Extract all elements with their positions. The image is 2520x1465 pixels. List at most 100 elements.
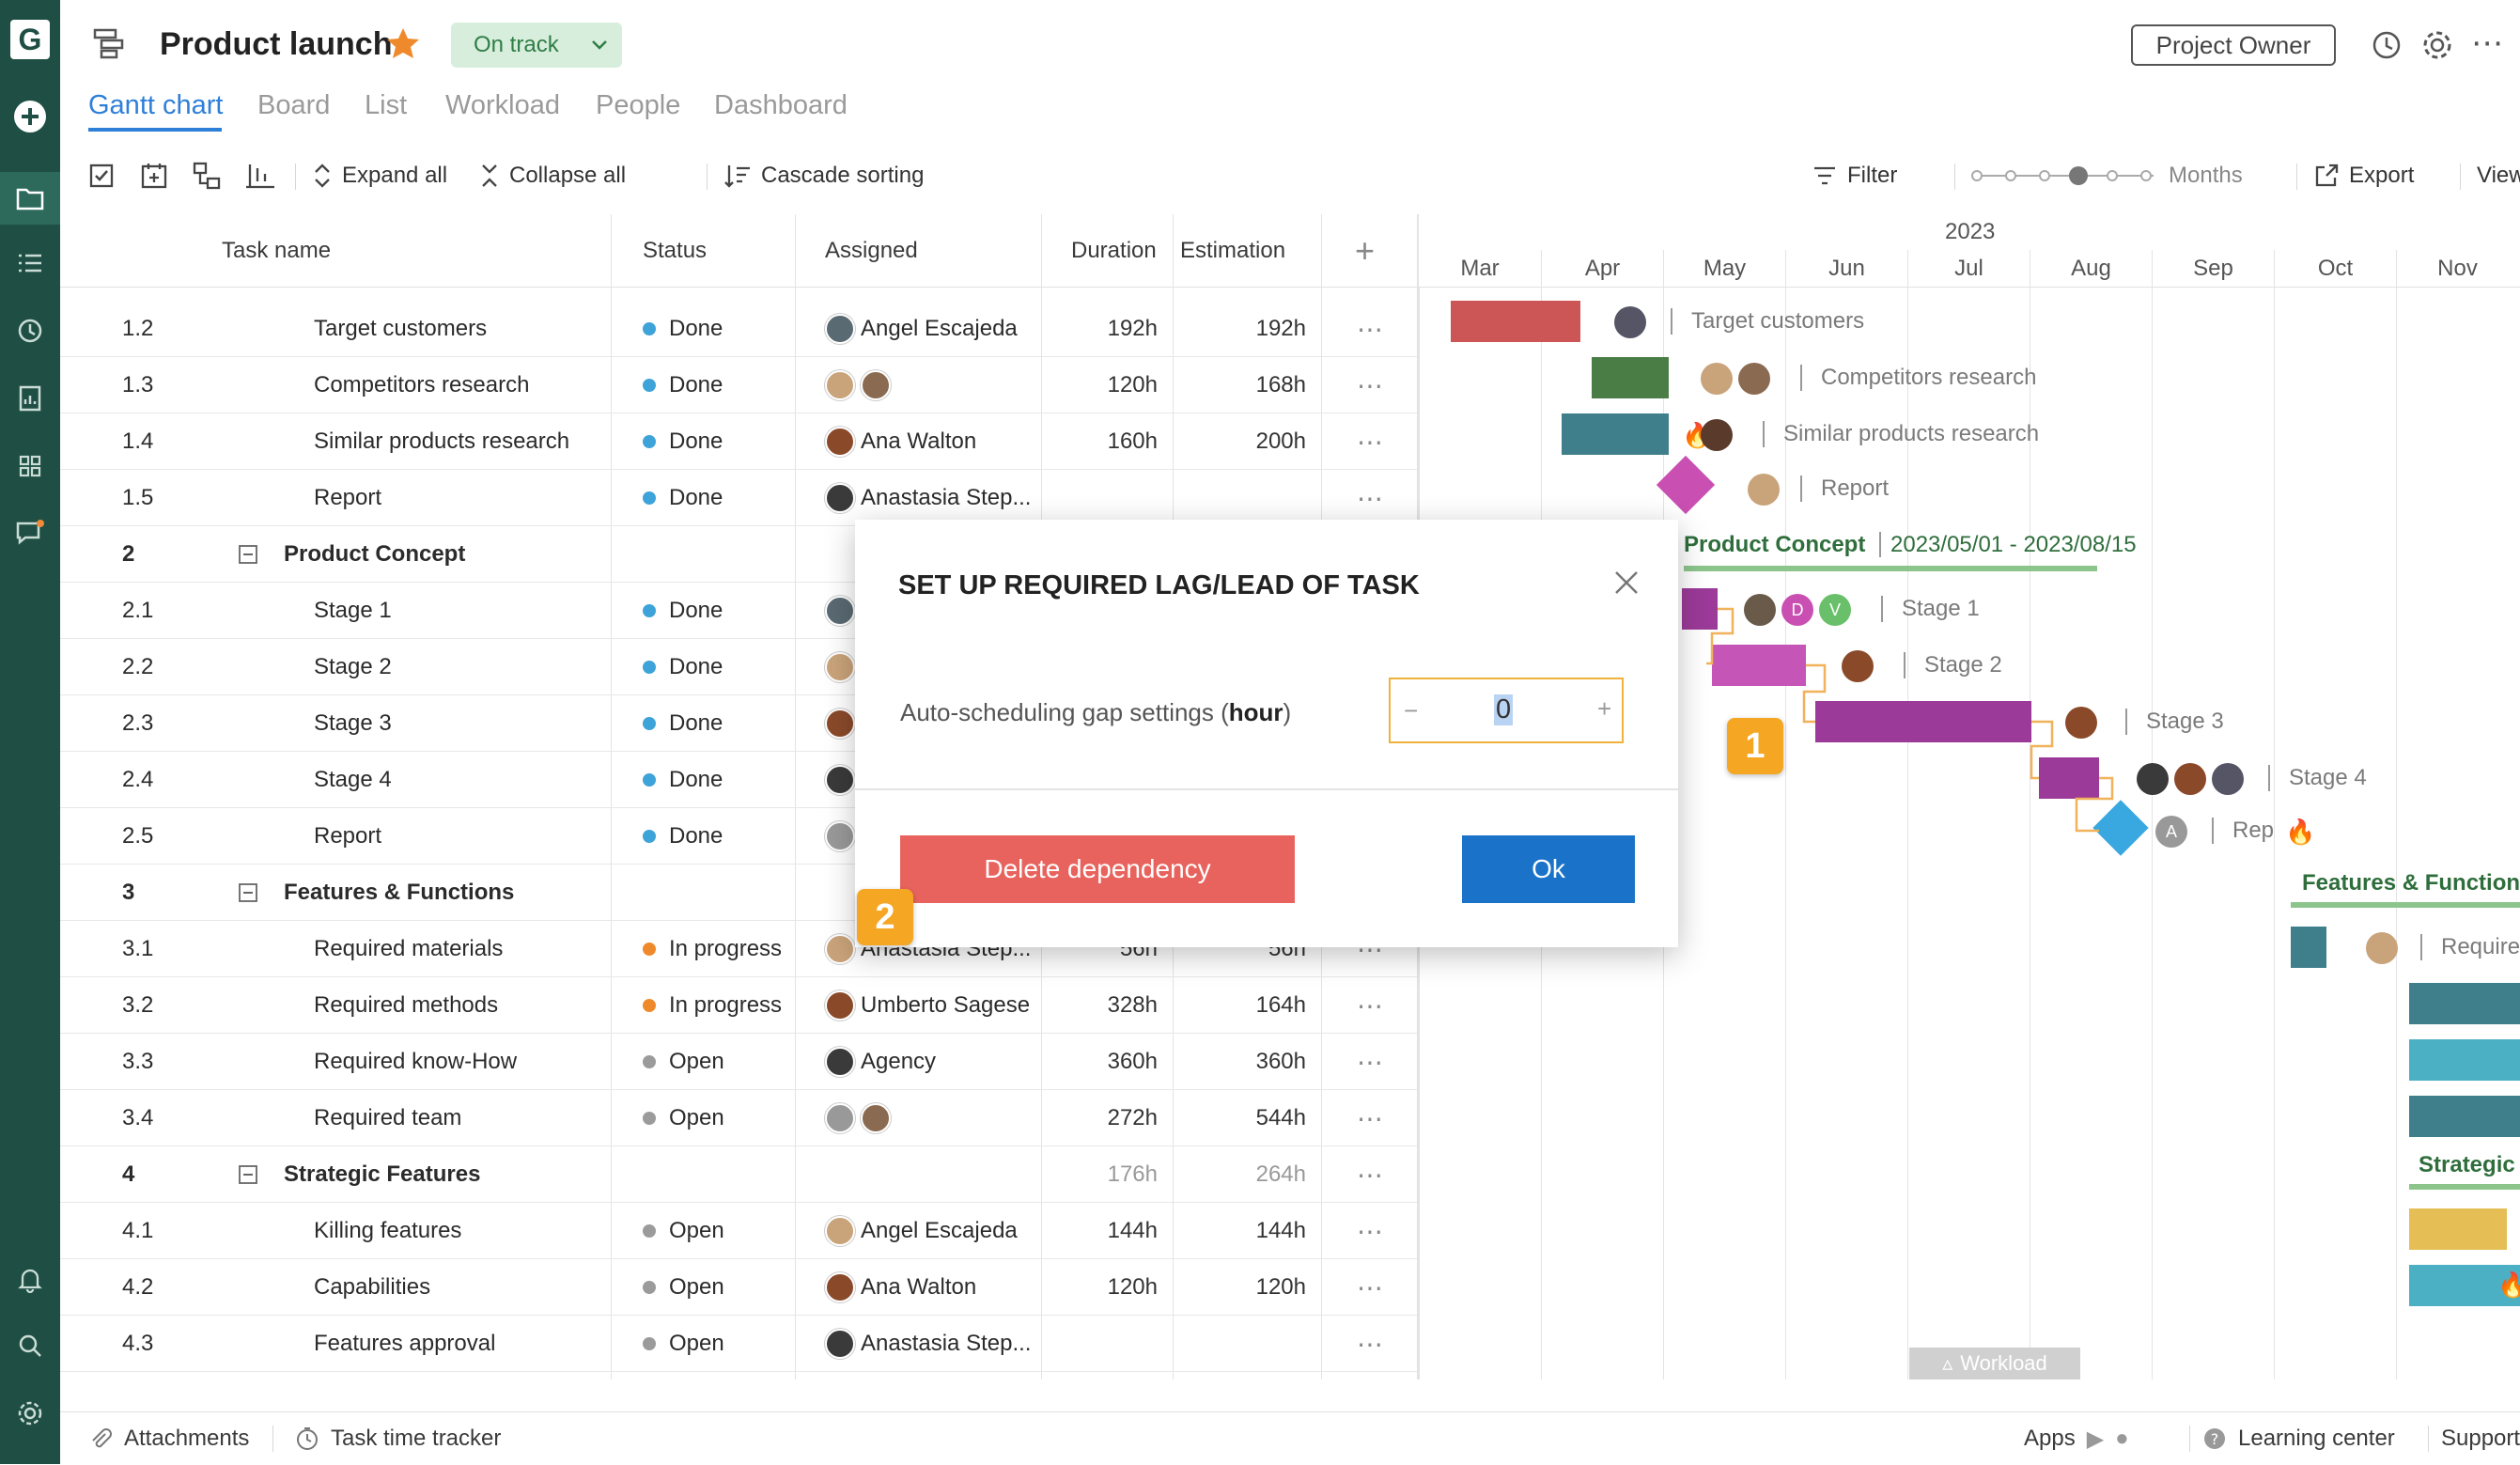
select-tasks-icon[interactable] [88,148,115,203]
estimation-cell[interactable] [1178,1316,1306,1372]
reports-icon[interactable] [0,372,60,425]
duration-cell[interactable]: 272h [1047,1090,1158,1146]
row-more-icon[interactable]: ⋯ [1357,1259,1385,1316]
estimation-cell[interactable] [1178,470,1306,526]
duration-cell[interactable]: 360h [1047,1034,1158,1090]
decrement-button[interactable]: − [1404,696,1418,725]
table-row[interactable]: 3.2 Required methods In progress Umberto Sa… [60,977,1417,1034]
duration-cell[interactable]: 160h [1047,413,1158,470]
tab-gantt-chart[interactable]: Gantt chart [88,90,223,121]
table-row[interactable]: 4.1 Killing features Open Angel Escajeda 144… [60,1203,1417,1259]
workload-toggle[interactable]: ▵ Workload [1909,1348,2080,1379]
chat-icon[interactable] [0,507,60,560]
estimation-cell[interactable]: 192h [1178,301,1306,357]
table-row[interactable]: 4.2 Capabilities Open Ana Walton 120h 120h ⋯ [60,1259,1417,1316]
row-more-icon[interactable]: ⋯ [1357,1034,1385,1090]
project-owner-button[interactable]: Project Owner [2131,24,2336,66]
assignee-cell[interactable]: Anastasia Step... [825,470,1031,526]
table-row[interactable]: 3.4 Required team Open 272h 544h ⋯ [60,1090,1417,1146]
task-name[interactable]: Capabilities [314,1259,430,1316]
task-name[interactable]: Competitors research [314,357,529,413]
history-icon[interactable] [2370,28,2403,62]
table-row[interactable]: 1.4 Similar products research Done Ana Walt… [60,413,1417,470]
more-options-icon[interactable]: ⋯ [2471,24,2503,62]
collapse-group-icon[interactable] [239,526,257,583]
gear-icon[interactable] [2420,28,2454,62]
estimation-cell[interactable]: 200h [1178,413,1306,470]
status-cell[interactable]: Done [643,470,723,526]
duration-cell[interactable]: 120h [1047,1259,1158,1316]
table-row[interactable]: 3.3 Required know-How Open Agency 360h 360h ⋯ [60,1034,1417,1090]
apps-grid-icon[interactable] [0,440,60,492]
task-name[interactable]: Report [314,470,381,526]
notifications-icon[interactable] [0,1254,60,1306]
row-more-icon[interactable]: ⋯ [1357,357,1385,413]
column-status[interactable]: Status [643,214,707,288]
collapse-group-icon[interactable] [239,865,257,921]
table-row[interactable]: 1.5 Report Done Anastasia Step... ⋯ [60,470,1417,526]
baseline-icon[interactable] [244,148,278,203]
collapse-group-icon[interactable] [239,1146,257,1203]
row-more-icon[interactable]: ⋯ [1357,1146,1385,1203]
status-cell[interactable]: In progress [643,921,782,977]
task-name[interactable]: Stage 1 [314,583,392,639]
row-more-icon[interactable]: ⋯ [1357,1090,1385,1146]
increment-button[interactable]: + [1597,694,1611,724]
add-icon[interactable] [0,90,60,143]
task-name[interactable]: Stage 3 [314,695,392,752]
gantt-bar-required-materials[interactable] [2291,927,2326,968]
assignee-cell[interactable]: Agency [825,1034,936,1090]
status-cell[interactable]: Done [643,752,723,808]
status-cell[interactable]: In progress [643,977,782,1034]
view-dropdown[interactable]: View [2477,148,2520,203]
status-cell[interactable]: Done [643,695,723,752]
learning-center-button[interactable]: ? Learning center [2202,1412,2395,1465]
gap-hours-input[interactable]: 0 [1494,694,1514,725]
time-tracker-button[interactable]: Task time tracker [295,1412,501,1465]
table-group-row[interactable]: 4 Strategic Features 176h 264h ⋯ [60,1146,1417,1203]
support-button[interactable]: Support [2441,1412,2520,1465]
settings-icon[interactable] [0,1387,60,1440]
status-cell[interactable]: Done [643,413,723,470]
task-name[interactable]: Product Concept [284,526,465,583]
task-name[interactable]: Features & Functions [284,865,514,921]
duration-cell[interactable]: 328h [1047,977,1158,1034]
task-name[interactable]: Required know-How [314,1034,517,1090]
status-cell[interactable]: Done [643,808,723,865]
duration-cell[interactable]: 144h [1047,1203,1158,1259]
search-icon[interactable] [0,1319,60,1372]
gap-hours-stepper[interactable]: − 0 + [1389,678,1624,743]
estimation-cell[interactable]: 144h [1178,1203,1306,1259]
status-cell[interactable]: Done [643,301,723,357]
task-name[interactable]: Killing features [314,1203,461,1259]
status-cell[interactable]: Open [643,1090,724,1146]
tab-list[interactable]: List [365,90,407,121]
table-row[interactable]: 1.3 Competitors research Done 120h 168h ⋯ [60,357,1417,413]
status-cell[interactable]: Done [643,357,723,413]
estimation-cell[interactable]: 120h [1178,1259,1306,1316]
tab-board[interactable]: Board [257,90,330,121]
assignee-cell[interactable]: Ana Walton [825,413,976,470]
row-more-icon[interactable]: ⋯ [1357,301,1385,357]
row-more-icon[interactable]: ⋯ [1357,1316,1385,1372]
status-cell[interactable]: Open [643,1034,724,1090]
tab-dashboard[interactable]: Dashboard [714,90,848,121]
apps-button[interactable]: Apps ▶ ● [2024,1412,2129,1465]
assignee-cell[interactable] [825,1090,896,1146]
row-more-icon[interactable]: ⋯ [1357,1203,1385,1259]
column-estimation[interactable]: Estimation [1180,214,1285,288]
collapse-all-button[interactable]: Collapse all [479,148,626,203]
assignee-cell[interactable]: Angel Escajeda [825,1203,1018,1259]
row-more-icon[interactable]: ⋯ [1357,977,1385,1034]
favorite-star-icon[interactable] [385,26,421,60]
attachments-button[interactable]: Attachments [88,1412,249,1465]
clock-icon[interactable] [0,304,60,357]
list-icon[interactable] [0,237,60,289]
gantt-bar-killing-features[interactable] [2409,1208,2507,1250]
column-duration[interactable]: Duration [1071,214,1157,288]
duration-cell[interactable] [1047,1316,1158,1372]
estimation-cell[interactable]: 164h [1178,977,1306,1034]
status-dropdown[interactable]: On track [451,23,622,68]
task-name[interactable]: Similar products research [314,413,569,470]
status-cell[interactable]: Open [643,1316,724,1372]
